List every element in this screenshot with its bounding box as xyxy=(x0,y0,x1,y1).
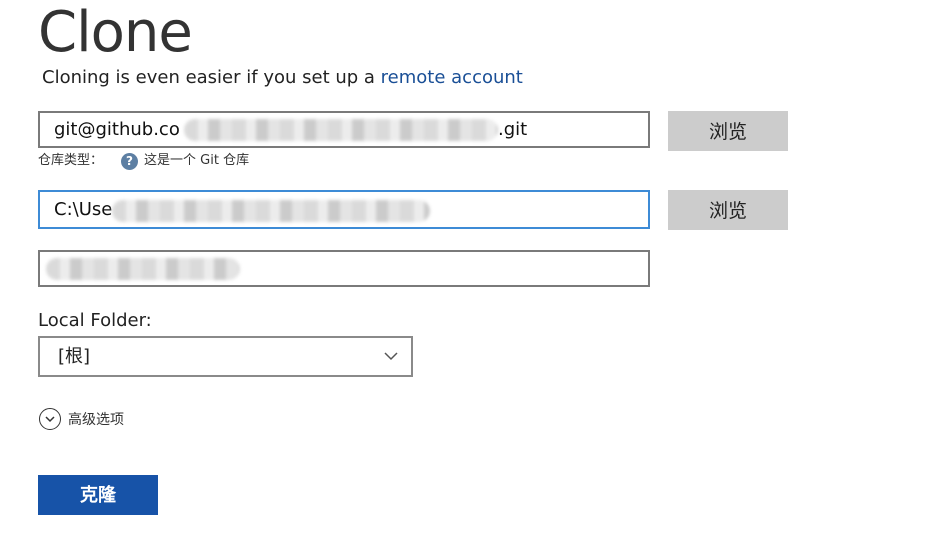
redacted-blur xyxy=(46,258,240,280)
repo-type-value: 这是一个 Git 仓库 xyxy=(144,153,250,168)
expand-chevron-icon xyxy=(39,408,61,430)
chevron-down-icon xyxy=(384,352,398,361)
local-folder-select[interactable]: [根] xyxy=(38,336,413,377)
local-folder-selected: [根] xyxy=(58,346,91,367)
subtitle-text: Cloning is even easier if you set up a xyxy=(42,67,375,88)
browse-repo-button[interactable]: 浏览 xyxy=(668,111,788,151)
remote-account-link[interactable]: remote account xyxy=(381,67,523,88)
local-folder-label: Local Folder: xyxy=(38,310,152,331)
clone-button[interactable]: 克隆 xyxy=(38,475,158,515)
repo-type-label: 仓库类型： xyxy=(38,153,104,168)
browse-path-button[interactable]: 浏览 xyxy=(668,190,788,230)
redacted-blur xyxy=(112,200,430,222)
repo-url-input[interactable]: git@github.co .git xyxy=(38,111,650,148)
local-path-input[interactable]: C:\Use xyxy=(38,190,650,229)
name-input[interactable] xyxy=(38,250,650,287)
redacted-blur xyxy=(184,119,498,141)
advanced-options-label: 高级选项 xyxy=(68,412,124,428)
repo-url-value-end: .git xyxy=(498,119,528,140)
subtitle: Cloning is even easier if you set up a r… xyxy=(42,66,523,90)
repo-url-value-start: git@github.co xyxy=(54,119,180,140)
repo-type-row: 仓库类型： ? 这是一个 Git 仓库 xyxy=(38,151,249,171)
help-icon[interactable]: ? xyxy=(121,152,139,170)
clone-dialog: Clone Cloning is even easier if you set … xyxy=(0,0,936,538)
local-path-value: C:\Use xyxy=(54,199,113,220)
page-title: Clone xyxy=(38,0,193,65)
advanced-options-toggle[interactable]: 高级选项 xyxy=(39,408,124,430)
